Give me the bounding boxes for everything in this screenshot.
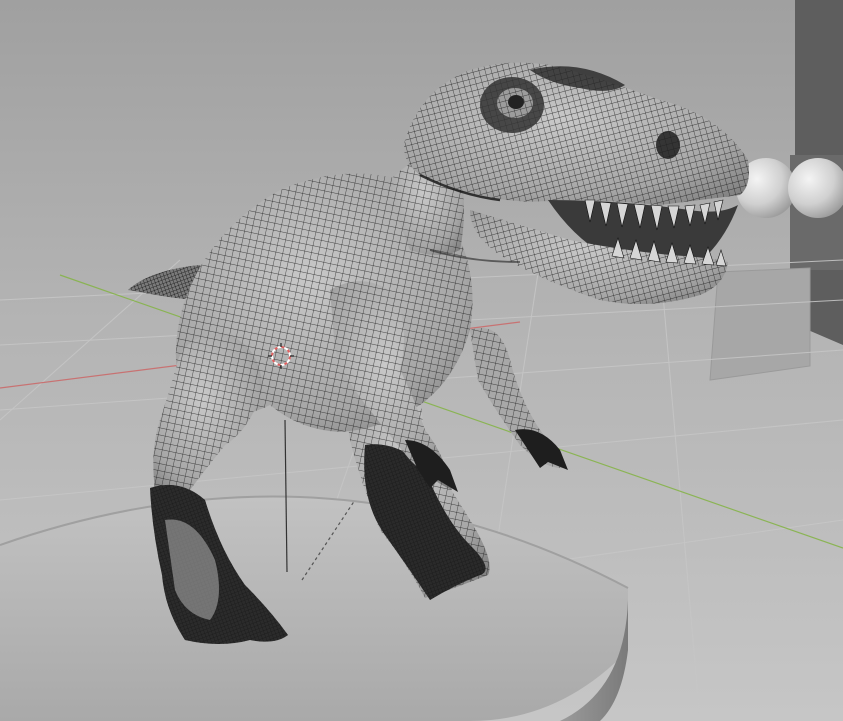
- backdrop-card: [709, 267, 811, 381]
- trex-eye: [480, 77, 544, 133]
- viewport-scene[interactable]: [0, 0, 843, 721]
- 3d-viewport[interactable]: [0, 0, 843, 721]
- trex-nostril: [656, 131, 680, 159]
